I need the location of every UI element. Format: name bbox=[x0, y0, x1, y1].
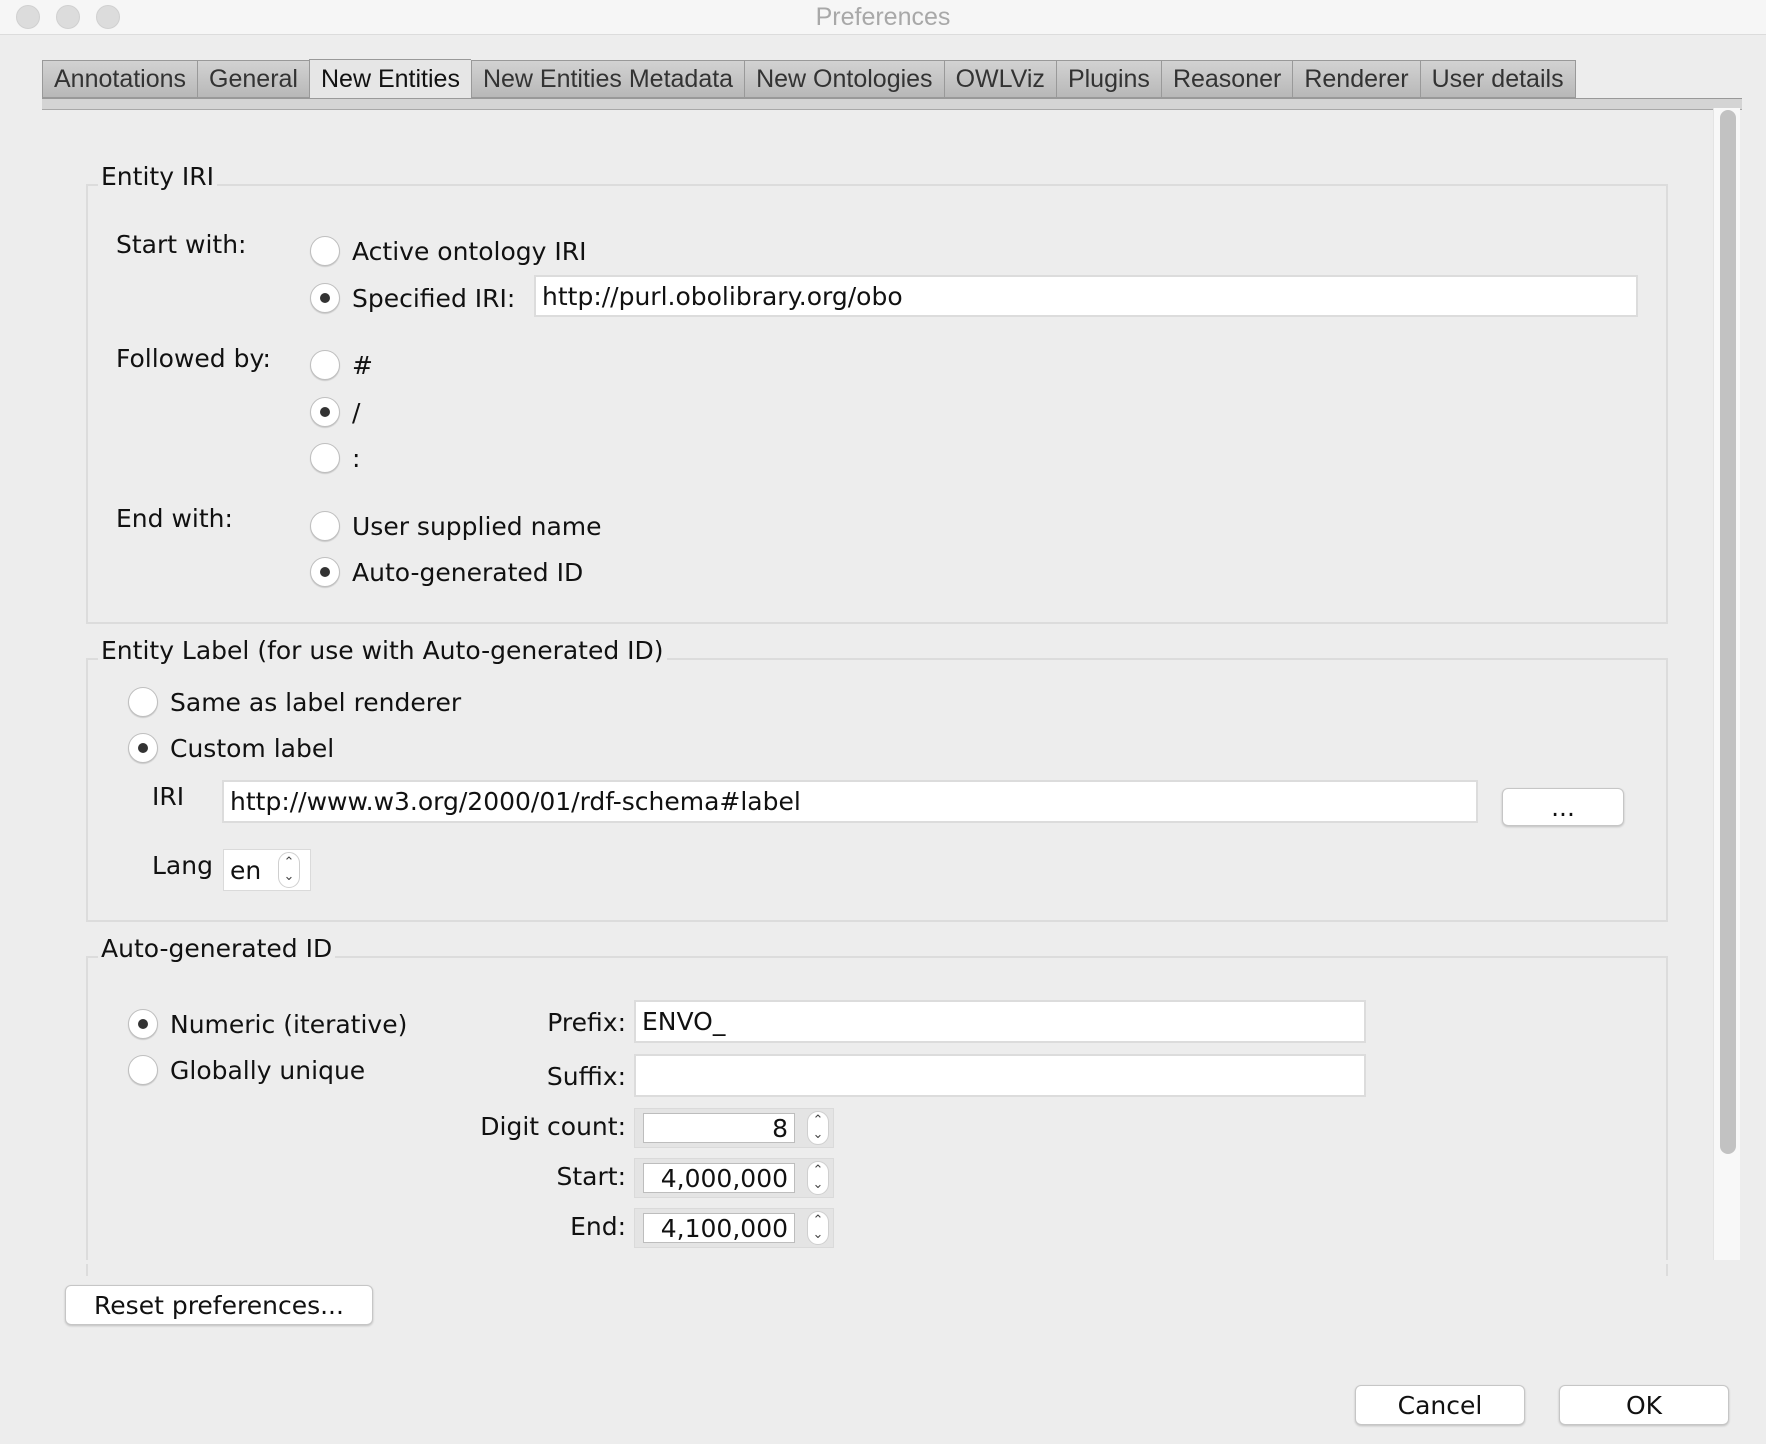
suffix-label: Suffix: bbox=[546, 1062, 626, 1091]
label-iri-input[interactable]: http://www.w3.org/2000/01/rdf-schema#lab… bbox=[222, 780, 1478, 823]
tab-owlviz[interactable]: OWLViz bbox=[943, 60, 1056, 98]
radio-specified-iri[interactable]: Specified IRI: bbox=[310, 283, 515, 313]
browse-iri-button[interactable]: ... bbox=[1502, 788, 1624, 826]
radio-label: Active ontology IRI bbox=[352, 236, 587, 266]
prefix-input[interactable]: ENVO_ bbox=[634, 1000, 1366, 1043]
radio-label: User supplied name bbox=[352, 511, 602, 541]
radio-followed-by-slash[interactable]: / bbox=[310, 397, 360, 427]
title-bar: Preferences bbox=[0, 0, 1766, 35]
end-input[interactable]: 4,100,000 bbox=[643, 1213, 795, 1243]
radio-label: Globally unique bbox=[170, 1055, 366, 1085]
start-stepper-icon[interactable]: ⌃ ⌄ bbox=[807, 1161, 829, 1195]
tab-user-details[interactable]: User details bbox=[1419, 60, 1576, 98]
radio-same-as-label-renderer[interactable]: Same as label renderer bbox=[128, 687, 461, 717]
tab-annotations[interactable]: Annotations bbox=[42, 60, 198, 98]
chevron-up-icon: ⌃ bbox=[283, 855, 295, 870]
specified-iri-input[interactable]: http://purl.obolibrary.org/obo bbox=[534, 275, 1638, 317]
lang-label: Lang bbox=[152, 851, 213, 880]
tab-reasoner[interactable]: Reasoner bbox=[1160, 60, 1293, 98]
radio-button[interactable] bbox=[128, 1055, 158, 1085]
radio-label: Numeric (iterative) bbox=[170, 1009, 408, 1039]
tab-content-border bbox=[42, 98, 1742, 110]
scrollbar-thumb[interactable] bbox=[1720, 110, 1736, 1154]
radio-button[interactable] bbox=[128, 687, 158, 717]
radio-auto-generated-id[interactable]: Auto-generated ID bbox=[310, 557, 583, 587]
radio-button[interactable] bbox=[310, 443, 340, 473]
radio-followed-by-colon[interactable]: : bbox=[310, 443, 360, 473]
start-label: Start: bbox=[556, 1162, 627, 1191]
end-spinner[interactable]: 4,100,000 ⌃ ⌄ bbox=[634, 1208, 834, 1248]
ok-button[interactable]: OK bbox=[1559, 1385, 1729, 1425]
entity-label-title: Entity Label (for use with Auto-generate… bbox=[98, 636, 667, 665]
radio-button[interactable] bbox=[310, 397, 340, 427]
start-input[interactable]: 4,000,000 bbox=[643, 1163, 795, 1193]
iri-label: IRI bbox=[152, 782, 185, 811]
radio-button[interactable] bbox=[128, 1009, 158, 1039]
tab-new-entities-metadata[interactable]: New Entities Metadata bbox=[470, 60, 745, 98]
prefix-label: Prefix: bbox=[547, 1008, 626, 1037]
radio-label: # bbox=[352, 350, 373, 380]
digit-count-stepper-icon[interactable]: ⌃ ⌄ bbox=[807, 1111, 829, 1145]
radio-button[interactable] bbox=[310, 283, 340, 313]
lang-stepper-icon[interactable]: ⌃ ⌄ bbox=[278, 852, 300, 888]
auto-generated-id-title: Auto-generated ID bbox=[98, 934, 336, 963]
radio-label: Same as label renderer bbox=[170, 687, 462, 717]
start-with-label: Start with: bbox=[116, 230, 247, 259]
radio-button[interactable] bbox=[310, 557, 340, 587]
tab-plugins[interactable]: Plugins bbox=[1055, 60, 1161, 98]
tab-new-entities[interactable]: New Entities bbox=[309, 59, 471, 99]
digit-count-spinner[interactable]: 8 ⌃ ⌄ bbox=[634, 1108, 834, 1148]
radio-user-supplied-name[interactable]: User supplied name bbox=[310, 511, 602, 541]
radio-label: : bbox=[352, 443, 361, 473]
end-stepper-icon[interactable]: ⌃ ⌄ bbox=[807, 1211, 829, 1245]
radio-label: / bbox=[352, 397, 361, 427]
radio-custom-label[interactable]: Custom label bbox=[128, 733, 334, 763]
digit-count-label: Digit count: bbox=[480, 1112, 626, 1141]
chevron-down-icon: ⌄ bbox=[283, 869, 295, 884]
cancel-button[interactable]: Cancel bbox=[1355, 1385, 1525, 1425]
tab-general[interactable]: General bbox=[197, 60, 309, 98]
preferences-tabs: Annotations General New Entities New Ent… bbox=[42, 59, 1576, 100]
scroll-viewport-edge bbox=[0, 1260, 1713, 1264]
followed-by-label: Followed by: bbox=[116, 344, 271, 373]
tab-renderer[interactable]: Renderer bbox=[1292, 60, 1420, 98]
radio-button[interactable] bbox=[128, 733, 158, 763]
radio-label: Custom label bbox=[170, 733, 335, 763]
end-with-label: End with: bbox=[116, 504, 233, 533]
lang-value: en bbox=[230, 855, 262, 885]
radio-label: Specified IRI: bbox=[352, 283, 516, 313]
suffix-input[interactable] bbox=[634, 1054, 1366, 1097]
radio-globally-unique[interactable]: Globally unique bbox=[128, 1055, 365, 1085]
digit-count-input[interactable]: 8 bbox=[643, 1113, 795, 1143]
reset-preferences-button[interactable]: Reset preferences... bbox=[65, 1285, 373, 1325]
start-spinner[interactable]: 4,000,000 ⌃ ⌄ bbox=[634, 1158, 834, 1198]
entity-iri-title: Entity IRI bbox=[98, 162, 218, 191]
radio-button[interactable] bbox=[310, 511, 340, 541]
radio-followed-by-hash[interactable]: # bbox=[310, 350, 373, 380]
radio-label: Auto-generated ID bbox=[352, 557, 584, 587]
tab-new-ontologies[interactable]: New Ontologies bbox=[744, 60, 944, 98]
window-title: Preferences bbox=[815, 3, 951, 31]
radio-button[interactable] bbox=[310, 236, 340, 266]
radio-numeric-iterative[interactable]: Numeric (iterative) bbox=[128, 1009, 407, 1039]
radio-active-ontology-iri[interactable]: Active ontology IRI bbox=[310, 236, 587, 266]
end-label: End: bbox=[570, 1212, 626, 1241]
radio-button[interactable] bbox=[310, 350, 340, 380]
